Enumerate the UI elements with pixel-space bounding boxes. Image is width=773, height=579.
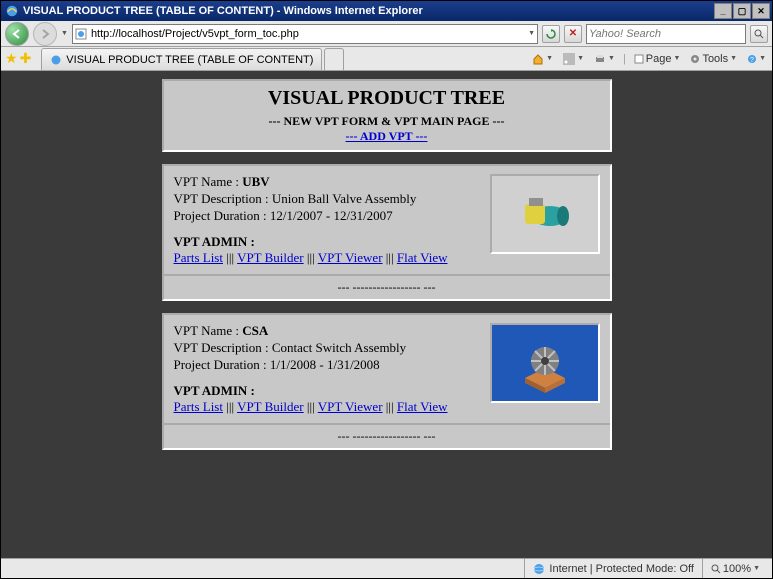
close-button[interactable]: ✕ (752, 3, 770, 19)
page-icon (634, 54, 644, 64)
stop-icon: ✕ (569, 28, 577, 39)
status-bar: Internet | Protected Mode: Off 100% ▼ (1, 558, 772, 578)
rss-icon (563, 53, 575, 65)
vpt-admin-label: VPT ADMIN : (174, 383, 482, 399)
feeds-button[interactable]: ▼ (561, 53, 586, 65)
svg-text:?: ? (750, 57, 754, 64)
page-body: VISUAL PRODUCT TREE --- NEW VPT FORM & V… (1, 71, 772, 482)
vpt-thumbnail (490, 323, 600, 403)
page-icon (75, 28, 87, 40)
vpt-desc-value: Union Ball Valve Assembly (272, 191, 417, 206)
vpt-thumbnail (490, 174, 600, 254)
link-separator: ||| (307, 399, 318, 414)
vpt-admin-label: VPT ADMIN : (174, 234, 482, 250)
ie-tab-icon (50, 54, 62, 66)
address-bar[interactable]: ▼ (72, 24, 538, 44)
refresh-icon (546, 29, 556, 39)
navigation-toolbar: ▼ ▼ ✕ (1, 21, 772, 47)
page-header-panel: VISUAL PRODUCT TREE --- NEW VPT FORM & V… (162, 79, 612, 152)
link-separator: ||| (386, 250, 397, 265)
page-menu[interactable]: Page ▼ (632, 53, 683, 65)
home-icon (532, 53, 544, 65)
search-button[interactable] (750, 25, 768, 43)
vpt-duration-value: 1/1/2008 - 1/31/2008 (270, 357, 380, 372)
internet-zone-icon (533, 563, 545, 575)
arrow-right-icon (39, 28, 51, 40)
page-title: VISUAL PRODUCT TREE (172, 87, 602, 110)
vpt-viewer-link[interactable]: VPT Viewer (318, 250, 383, 265)
vpt-desc-label: VPT Description : (174, 191, 272, 206)
help-button[interactable]: ? ▼ (745, 54, 768, 64)
page-subtitle: --- NEW VPT FORM & VPT MAIN PAGE --- (172, 114, 602, 129)
vpt-name-label: VPT Name : (174, 174, 243, 189)
address-input[interactable] (91, 26, 524, 42)
vpt-item-panel: VPT Name : CSA VPT Description : Contact… (162, 313, 612, 450)
vpt-builder-link[interactable]: VPT Builder (237, 250, 304, 265)
back-button[interactable] (5, 22, 29, 46)
vpt-name-value: UBV (242, 174, 269, 189)
tools-menu[interactable]: Tools ▼ (688, 53, 739, 65)
command-bar: ▼ ▼ ▼ | Page ▼ Tools ▼ ? ▼ (530, 48, 768, 70)
ie-logo-icon (5, 4, 19, 18)
vpt-duration-label: Project Duration : (174, 357, 270, 372)
zoom-icon (711, 564, 721, 574)
tab-strip: ★ ✚ VISUAL PRODUCT TREE (TABLE OF CONTEN… (1, 47, 772, 71)
forward-button[interactable] (33, 22, 57, 46)
link-separator: ||| (386, 399, 397, 414)
window-title: VISUAL PRODUCT TREE (TABLE OF CONTENT) -… (23, 5, 423, 17)
refresh-button[interactable] (542, 25, 560, 43)
home-button[interactable]: ▼ (530, 53, 555, 65)
window-controls: _ ▢ ✕ (714, 3, 770, 19)
security-zone[interactable]: Internet | Protected Mode: Off (524, 559, 702, 578)
minimize-button[interactable]: _ (714, 3, 732, 19)
item-footer: --- ----------------- --- (164, 423, 610, 448)
zoom-value: 100% (723, 563, 751, 575)
flat-view-link[interactable]: Flat View (397, 399, 448, 414)
new-tab-button[interactable] (324, 48, 344, 70)
window-titlebar: VISUAL PRODUCT TREE (TABLE OF CONTENT) -… (1, 1, 772, 21)
vpt-viewer-link[interactable]: VPT Viewer (318, 399, 383, 414)
vpt-name-value: CSA (242, 323, 268, 338)
gear-icon (690, 54, 700, 64)
item-footer: --- ----------------- --- (164, 274, 610, 299)
search-input[interactable] (589, 28, 743, 40)
vpt-duration-label: Project Duration : (174, 208, 270, 223)
link-separator: ||| (226, 250, 237, 265)
parts-list-link[interactable]: Parts List (174, 250, 223, 265)
link-separator: ||| (307, 250, 318, 265)
print-button[interactable]: ▼ (592, 53, 617, 65)
arrow-left-icon (11, 28, 23, 40)
vpt-builder-link[interactable]: VPT Builder (237, 399, 304, 414)
tab-title: VISUAL PRODUCT TREE (TABLE OF CONTENT) (66, 54, 313, 66)
add-favorite-icon[interactable]: ✚ (20, 50, 32, 67)
tab-active[interactable]: VISUAL PRODUCT TREE (TABLE OF CONTENT) (41, 48, 322, 70)
vpt-desc-value: Contact Switch Assembly (272, 340, 406, 355)
link-separator: ||| (226, 399, 237, 414)
vpt-item-panel: VPT Name : UBV VPT Description : Union B… (162, 164, 612, 301)
content-viewport[interactable]: VISUAL PRODUCT TREE --- NEW VPT FORM & V… (1, 71, 772, 558)
address-dropdown-icon[interactable]: ▼ (528, 30, 535, 37)
maximize-button[interactable]: ▢ (733, 3, 751, 19)
zoom-control[interactable]: 100% ▼ (702, 559, 768, 578)
search-icon (754, 29, 764, 39)
vpt-desc-label: VPT Description : (174, 340, 272, 355)
help-icon: ? (747, 54, 757, 64)
zone-text: Internet | Protected Mode: Off (549, 563, 694, 575)
zoom-dropdown-icon[interactable]: ▼ (753, 565, 760, 572)
favorites-icon[interactable]: ★ (5, 50, 18, 67)
flat-view-link[interactable]: Flat View (397, 250, 448, 265)
vpt-name-label: VPT Name : (174, 323, 243, 338)
print-icon (594, 53, 606, 65)
add-vpt-link[interactable]: --- ADD VPT --- (346, 129, 428, 143)
nav-dropdown-icon[interactable]: ▼ (61, 30, 68, 37)
vpt-duration-value: 12/1/2007 - 12/31/2007 (270, 208, 393, 223)
assembly-icon (505, 184, 585, 244)
assembly-icon (505, 333, 585, 393)
stop-button[interactable]: ✕ (564, 25, 582, 43)
search-bar[interactable] (586, 24, 746, 44)
parts-list-link[interactable]: Parts List (174, 399, 223, 414)
